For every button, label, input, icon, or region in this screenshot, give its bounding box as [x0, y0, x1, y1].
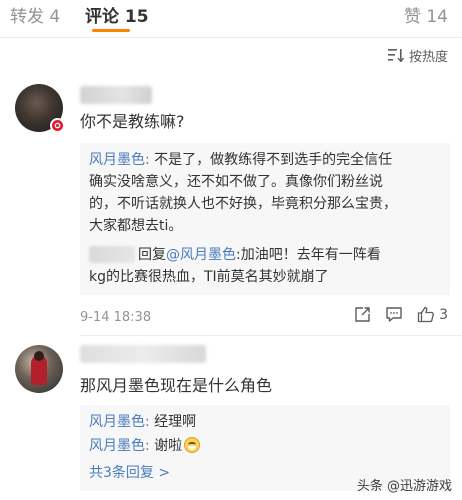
reply-button[interactable] [385, 306, 403, 323]
grin-emoji-icon [184, 437, 201, 453]
comment-timestamp: 9-14 18:38 [80, 310, 152, 325]
reply-prefix: 回复 [138, 247, 166, 263]
thumbs-up-icon [417, 306, 434, 323]
reply-text: kg的比赛很热血，TI前莫名其妙就崩了 [89, 269, 329, 285]
tab-reposts[interactable]: 转发 4 [10, 2, 60, 27]
reply-author-link[interactable]: 风月墨色: [89, 414, 150, 430]
mention-link[interactable]: @风月墨色 [166, 247, 236, 263]
comment-text: 你不是教练嘛? [80, 112, 185, 131]
sort-label: 按热度 [408, 49, 448, 65]
weibo-badge-icon [50, 118, 65, 133]
share-icon [355, 307, 370, 322]
like-count: 3 [439, 306, 448, 323]
reply-text: 大家都想去ti。 [89, 218, 183, 234]
more-replies-link[interactable]: 共3条回复 > [89, 462, 170, 484]
tab-bar: 转发 4 评论 15 赞 14 [0, 0, 462, 38]
sort-by-hot-button[interactable]: 按热度 [387, 46, 448, 65]
watermark: 头条 @迅游游戏 [357, 475, 452, 494]
comment-divider [80, 335, 462, 336]
avatar[interactable] [15, 345, 63, 393]
tab-divider [0, 37, 462, 38]
watermark-text: 头条 @迅游游戏 [356, 479, 452, 494]
share-button[interactable] [354, 306, 371, 323]
reply-author-link[interactable]: 风月墨色: [89, 152, 150, 168]
tab-likes[interactable]: 赞 14 [404, 2, 448, 27]
reply-text: 经理啊 [149, 414, 197, 430]
blurred-username[interactable] [80, 86, 152, 104]
sort-icon [387, 49, 404, 62]
reply-line: 风月墨色: 不是了，做教练得不到选手的完全信任 [89, 149, 392, 171]
reply-text: :加油吧！去年有一阵看 [236, 247, 381, 263]
reply-text: 不是了，做教练得不到选手的完全信任 [149, 152, 393, 168]
reply-text: 确实没啥意义，还不如不做了。真像你们粉丝说 [89, 174, 383, 190]
reply-text: 谢啦 [149, 438, 183, 454]
comment-icon [386, 307, 402, 322]
comment-text: 那风月墨色现在是什么角色 [80, 376, 273, 395]
reply-line: 回复@风月墨色:加油吧！去年有一阵看 [138, 244, 381, 266]
blurred-username[interactable] [89, 246, 135, 263]
reply-box[interactable]: 风月墨色: 不是了，做教练得不到选手的完全信任 确实没啥意义，还不如不做了。真像… [80, 143, 450, 295]
reply-text: 的，不听话就换人也不好换，毕竟积分那么宝贵， [89, 196, 397, 212]
reply-line: 风月墨色: 经理啊 [89, 411, 196, 433]
reply-line: 风月墨色: 谢啦 [89, 435, 201, 457]
blurred-username[interactable] [80, 345, 206, 363]
tab-comments[interactable]: 评论 15 [85, 2, 149, 27]
like-button[interactable]: 3 [417, 306, 448, 323]
reply-author-link[interactable]: 风月墨色: [89, 438, 150, 454]
active-tab-indicator [92, 29, 130, 32]
comment-actions: 3 [340, 306, 448, 323]
